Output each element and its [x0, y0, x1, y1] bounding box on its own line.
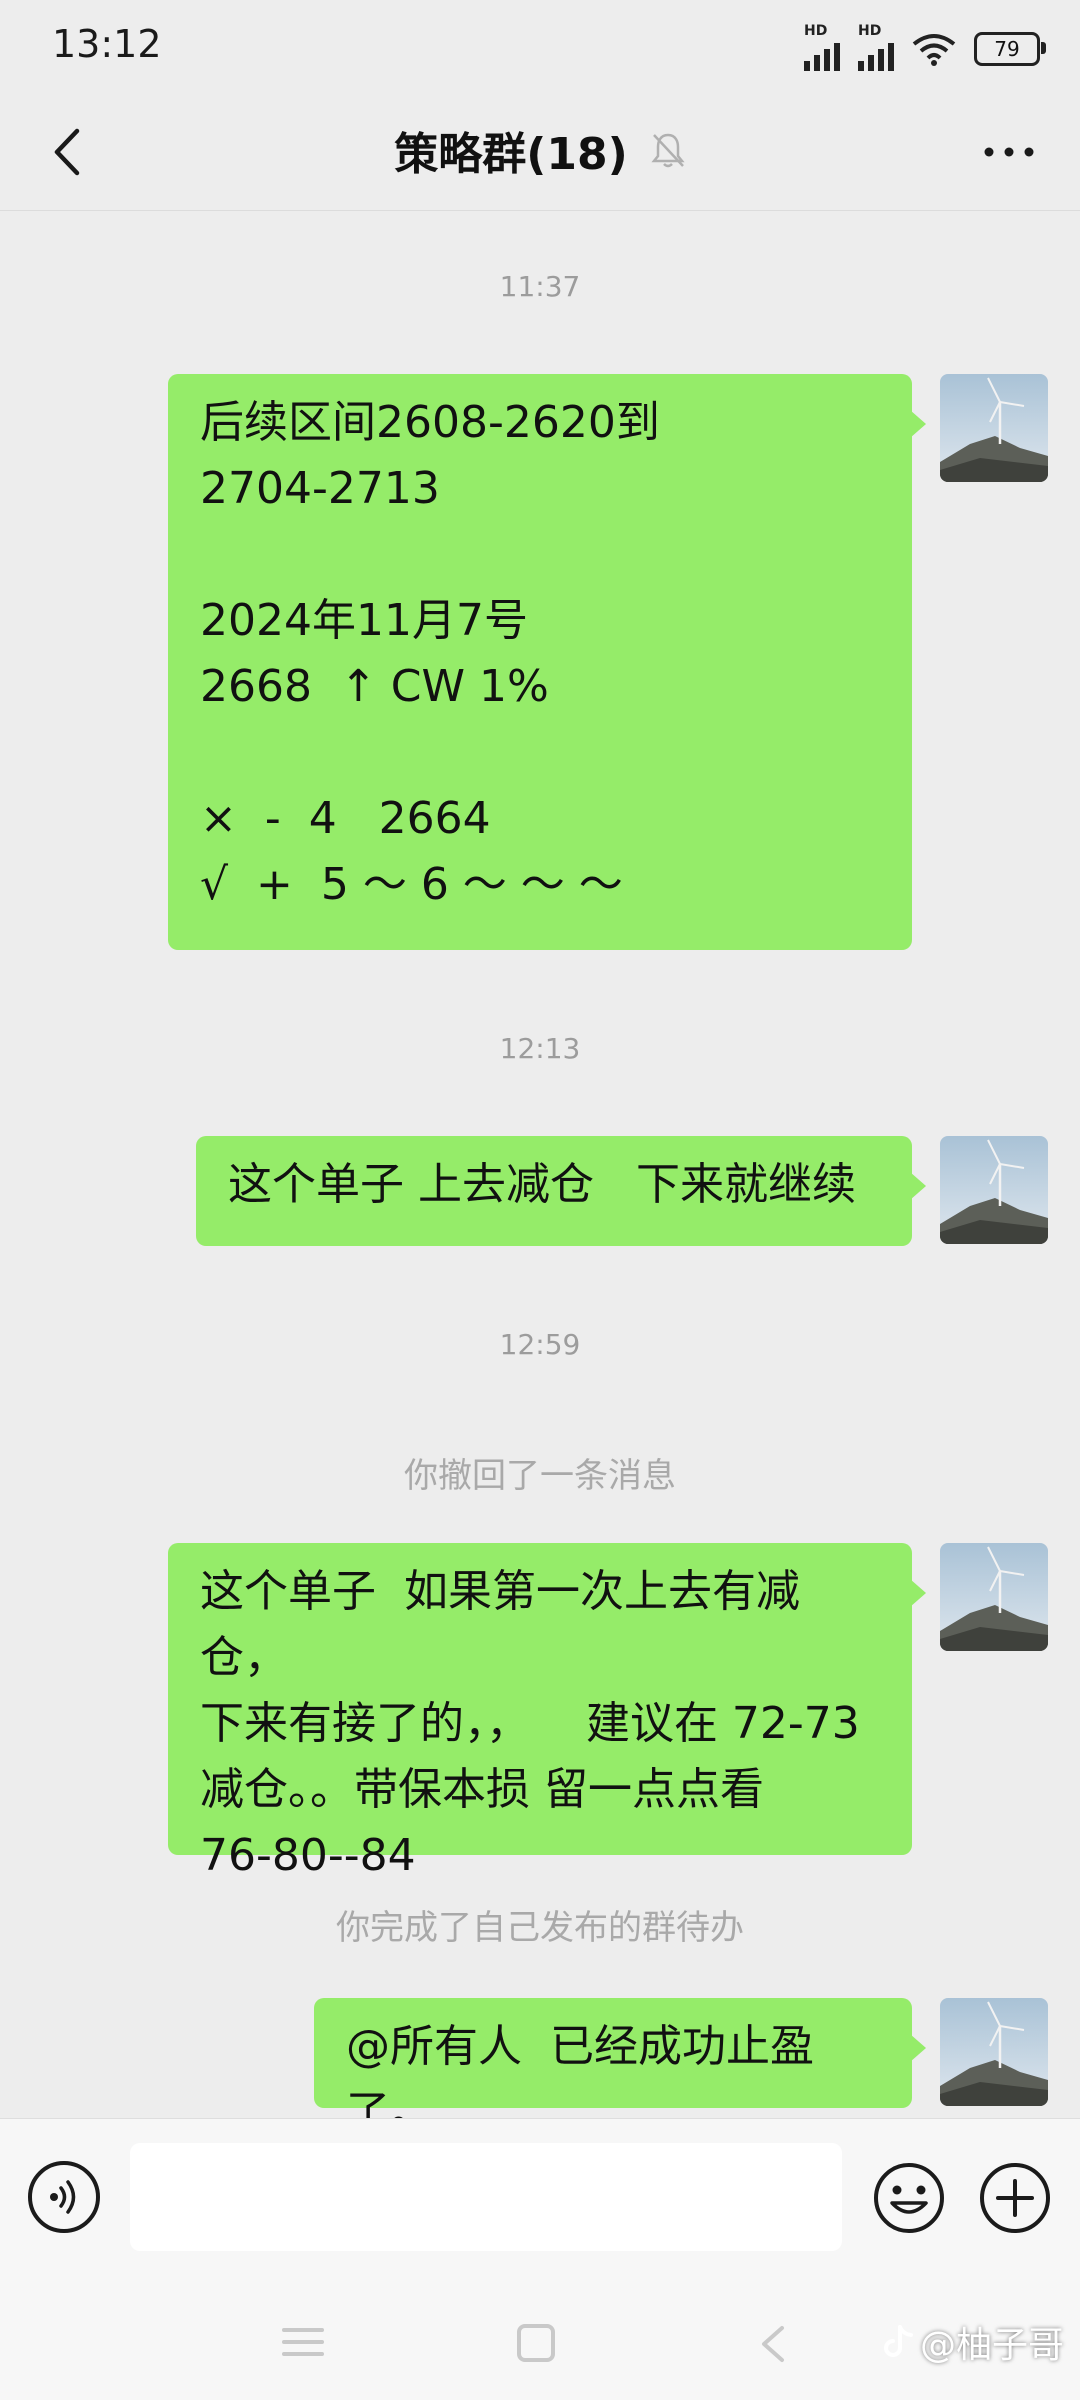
system-message: 你完成了自己发布的群待办: [336, 1908, 744, 1948]
status-bar: 13:12 HD HD 79: [0, 0, 1080, 96]
avatar[interactable]: [940, 374, 1048, 482]
watermark-text: @柚子哥: [919, 2325, 1064, 2366]
message-bubble[interactable]: 后续区间2608-2620到 2704-2713 2024年11月7号 2668…: [168, 374, 926, 950]
status-icons: HD HD 79: [804, 23, 1046, 72]
plus-circle-icon: [980, 2163, 1050, 2233]
timestamp: 11:37: [499, 270, 581, 303]
input-bar: [0, 2118, 1080, 2281]
wifi-icon: [912, 34, 956, 66]
signal-icon: HD: [804, 23, 840, 71]
system-message: 你撤回了一条消息: [404, 1456, 676, 1496]
home-icon[interactable]: [517, 2324, 555, 2362]
more-actions-button[interactable]: [978, 2161, 1052, 2235]
emoji-button[interactable]: [872, 2161, 946, 2235]
battery-level: 79: [994, 37, 1020, 61]
navigation-bar: @柚子哥: [0, 2280, 1080, 2400]
menu-icon[interactable]: [282, 2326, 324, 2358]
signal-icon-2: HD: [858, 23, 894, 71]
bell-off-icon: [651, 133, 685, 168]
more-button[interactable]: [974, 122, 1044, 182]
battery-icon: 79: [974, 32, 1046, 66]
more-dots-icon: [984, 147, 1034, 157]
message-bubble[interactable]: @所有人 已经成功止盈了。: [314, 1998, 926, 2138]
chat-title[interactable]: 策略群(18): [394, 118, 627, 182]
avatar[interactable]: [940, 1998, 1048, 2106]
message-input[interactable]: [130, 2143, 842, 2251]
timestamp: 12:59: [499, 1328, 581, 1361]
voice-icon: [50, 2180, 76, 2214]
avatar[interactable]: [940, 1136, 1048, 1244]
message-bubble[interactable]: 这个单子 如果第一次上去有减仓， 下来有接了的，， 建议在 72-73 减仓。。…: [168, 1543, 926, 1881]
chat-title-area: 策略群(18): [0, 118, 1080, 182]
douyin-logo-icon: [884, 2325, 913, 2357]
smiley-icon: [874, 2163, 944, 2233]
avatar[interactable]: [940, 1543, 1048, 1651]
watermark: @柚子哥: [882, 2316, 1064, 2368]
timestamp: 12:13: [499, 1032, 581, 1065]
message-bubble[interactable]: 这个单子 上去减仓 下来就继续: [196, 1136, 926, 1246]
chat-header: 策略群(18): [0, 96, 1080, 211]
status-time: 13:12: [52, 22, 162, 66]
nav-back-icon[interactable]: [756, 2324, 788, 2364]
voice-button[interactable]: [28, 2161, 100, 2233]
